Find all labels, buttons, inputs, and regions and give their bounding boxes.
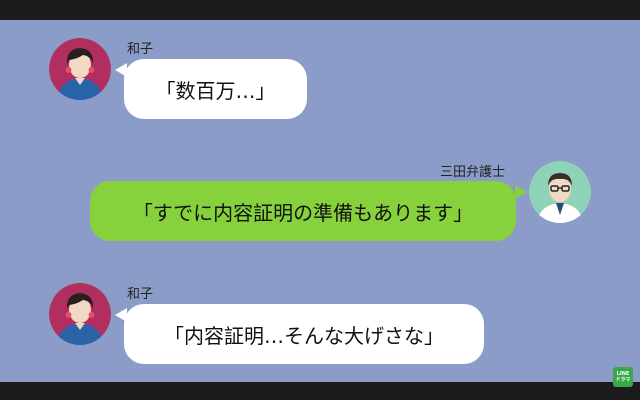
line-drama-logo: LINE ドラマ: [613, 367, 633, 387]
kazuko-avatar-icon[interactable]: [49, 38, 111, 100]
bottom-letterbox-bar: [0, 382, 640, 400]
bubble-tail: [515, 185, 527, 199]
sender-name: 和子: [127, 287, 154, 302]
sender-name: 和子: [127, 42, 154, 57]
message-text: 「数百万…」: [155, 78, 276, 103]
message-bubble[interactable]: 「内容証明…そんな大げさな」: [124, 304, 484, 364]
sender-name: 三田弁護士: [440, 165, 506, 180]
message-text: 「すでに内容証明の準備もあります」: [132, 200, 474, 225]
message-bubble[interactable]: 「数百万…」: [124, 59, 307, 119]
chat-area[interactable]: 和子 「数百万…」 三田弁護士 「すでに内容証明の準備もあります」 和子 「内容…: [0, 20, 640, 382]
message-text: 「内容証明…そんな大げさな」: [164, 323, 444, 348]
lawyer-avatar-icon[interactable]: [529, 161, 591, 223]
kazuko-avatar-icon[interactable]: [49, 283, 111, 345]
message-bubble[interactable]: 「すでに内容証明の準備もあります」: [90, 181, 516, 241]
top-letterbox-bar: [0, 0, 640, 20]
